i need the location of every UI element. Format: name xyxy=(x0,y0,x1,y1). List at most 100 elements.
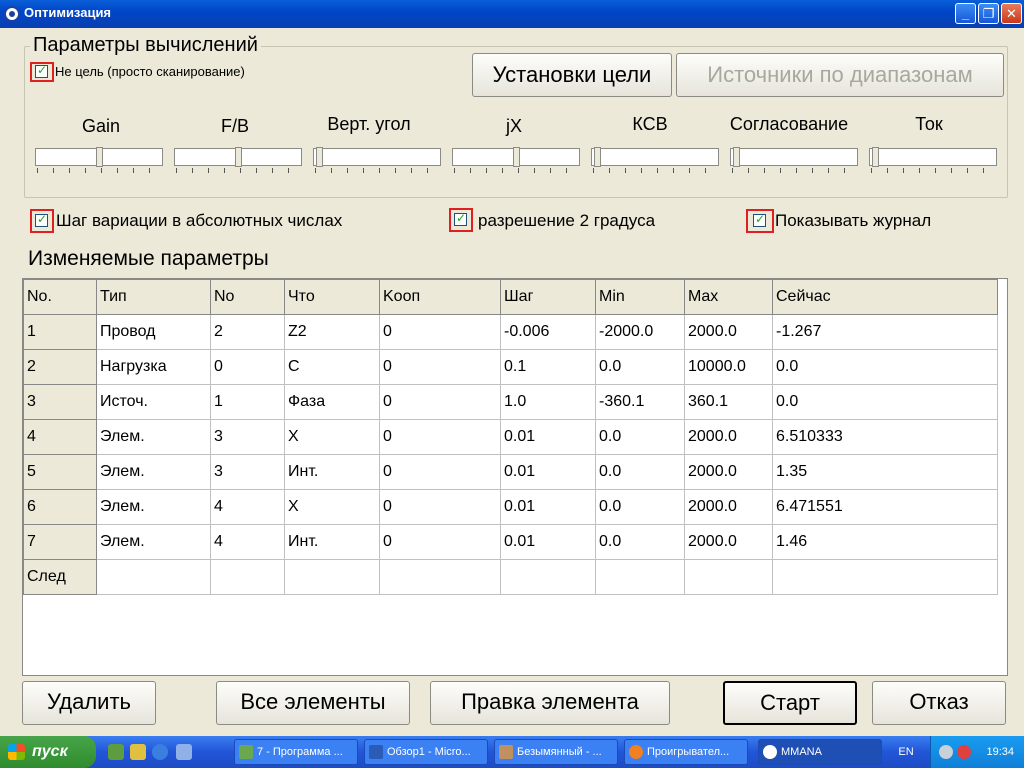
table-cell[interactable]: 0.0 xyxy=(772,384,998,420)
table-cell[interactable]: 3 xyxy=(23,384,97,420)
matching-slider[interactable] xyxy=(730,147,858,167)
table-cell[interactable] xyxy=(500,559,596,595)
table-cell[interactable] xyxy=(684,559,773,595)
table-cell[interactable]: 0.0 xyxy=(772,349,998,385)
table-row[interactable]: 4 Элем. 3 X 0 0.01 0.0 2000.0 6.510333 xyxy=(23,419,998,455)
table-cell[interactable]: 5 xyxy=(23,454,97,490)
table-cell[interactable]: 0.0 xyxy=(595,524,685,560)
table-cell[interactable]: 1 xyxy=(210,384,285,420)
taskbar-item-active[interactable]: MMANA xyxy=(758,739,882,765)
table-cell[interactable]: -2000.0 xyxy=(595,314,685,350)
table-cell[interactable]: Нагрузка xyxy=(96,349,211,385)
table-cell[interactable]: 0.0 xyxy=(595,349,685,385)
tray-network-icon[interactable] xyxy=(939,745,953,759)
gain-slider[interactable] xyxy=(35,147,163,167)
table-cell[interactable]: 1 xyxy=(23,314,97,350)
jx-slider-thumb[interactable] xyxy=(513,147,520,167)
current-slider-thumb[interactable] xyxy=(872,147,879,167)
show-desktop-icon[interactable] xyxy=(108,744,124,760)
no-target-checkbox[interactable] xyxy=(35,63,48,78)
table-cell[interactable]: 0.0 xyxy=(595,489,685,525)
table-cell[interactable]: 1.0 xyxy=(500,384,596,420)
abs-step-checkbox[interactable] xyxy=(35,212,48,227)
table-cell[interactable]: 4 xyxy=(23,419,97,455)
ie-icon[interactable] xyxy=(152,744,168,760)
tray-security-icon[interactable] xyxy=(957,745,971,759)
table-cell[interactable]: 0.01 xyxy=(500,419,596,455)
column-header[interactable]: No. xyxy=(23,279,97,315)
title-bar[interactable]: Оптимизация _ ❐ ✕ xyxy=(0,0,1024,28)
table-cell[interactable]: X xyxy=(284,419,380,455)
table-row[interactable]: 1 Провод 2 Z2 0 -0.006 -2000.0 2000.0 -1.267 xyxy=(23,314,998,350)
gain-slider-thumb[interactable] xyxy=(96,147,103,167)
table-cell[interactable]: 0 xyxy=(210,349,285,385)
quicklaunch-icon[interactable] xyxy=(176,744,192,760)
table-cell[interactable] xyxy=(595,559,685,595)
table-cell[interactable]: 2000.0 xyxy=(684,454,773,490)
minimize-button[interactable]: _ xyxy=(955,3,976,24)
current-slider[interactable] xyxy=(869,147,997,167)
taskbar-item[interactable]: Проигрывател... xyxy=(624,739,748,765)
table-cell[interactable]: -0.006 xyxy=(500,314,596,350)
fb-slider[interactable] xyxy=(174,147,302,167)
table-cell[interactable]: 4 xyxy=(210,524,285,560)
table-cell[interactable]: 4 xyxy=(210,489,285,525)
table-cell[interactable]: 0 xyxy=(379,454,501,490)
table-row[interactable]: След xyxy=(23,559,998,595)
table-cell[interactable]: 0 xyxy=(379,524,501,560)
table-cell[interactable]: 0.0 xyxy=(595,454,685,490)
cancel-button[interactable]: Отказ xyxy=(872,681,1006,725)
table-cell[interactable]: 0.1 xyxy=(500,349,596,385)
table-cell[interactable]: 0.01 xyxy=(500,454,596,490)
table-cell[interactable]: 1.46 xyxy=(772,524,998,560)
table-cell[interactable] xyxy=(96,559,211,595)
vert-angle-slider-thumb[interactable] xyxy=(316,147,323,167)
range-sources-button[interactable]: Источники по диапазонам xyxy=(676,53,1004,97)
table-cell[interactable]: 3 xyxy=(210,454,285,490)
start-menu-button[interactable]: пуск xyxy=(0,736,96,768)
table-cell[interactable]: 2000.0 xyxy=(684,419,773,455)
matching-slider-thumb[interactable] xyxy=(733,147,740,167)
table-row[interactable]: 5 Элем. 3 Инт. 0 0.01 0.0 2000.0 1.35 xyxy=(23,454,998,490)
explorer-icon[interactable] xyxy=(130,744,146,760)
resolution-checkbox[interactable] xyxy=(454,211,467,226)
all-elements-button[interactable]: Все элементы xyxy=(216,681,410,725)
table-cell[interactable]: 0.01 xyxy=(500,524,596,560)
table-cell[interactable]: 0 xyxy=(379,314,501,350)
table-cell[interactable]: Элем. xyxy=(96,524,211,560)
edit-element-button[interactable]: Правка элемента xyxy=(430,681,670,725)
target-settings-button[interactable]: Установки цели xyxy=(472,53,672,97)
column-header[interactable]: Что xyxy=(284,279,380,315)
table-cell[interactable]: 0 xyxy=(379,384,501,420)
taskbar-item[interactable]: Безымянный - ... xyxy=(494,739,618,765)
table-cell[interactable]: 6.471551 xyxy=(772,489,998,525)
table-cell[interactable]: Провод xyxy=(96,314,211,350)
maximize-button[interactable]: ❐ xyxy=(978,3,999,24)
table-row[interactable]: 3 Источ. 1 Фаза 0 1.0 -360.1 360.1 0.0 xyxy=(23,384,998,420)
swr-slider-thumb[interactable] xyxy=(594,147,601,167)
table-cell[interactable]: C xyxy=(284,349,380,385)
column-header[interactable]: Шаг xyxy=(500,279,596,315)
start-button[interactable]: Старт xyxy=(723,681,857,725)
fb-slider-thumb[interactable] xyxy=(235,147,242,167)
table-cell[interactable]: Элем. xyxy=(96,454,211,490)
table-cell[interactable]: 10000.0 xyxy=(684,349,773,385)
table-cell[interactable]: 2000.0 xyxy=(684,524,773,560)
table-cell[interactable]: Фаза xyxy=(284,384,380,420)
table-cell[interactable]: 0 xyxy=(379,349,501,385)
table-row[interactable]: 2 Нагрузка 0 C 0 0.1 0.0 10000.0 0.0 xyxy=(23,349,998,385)
table-cell[interactable]: 0.01 xyxy=(500,489,596,525)
table-cell[interactable] xyxy=(379,559,501,595)
table-cell[interactable]: -1.267 xyxy=(772,314,998,350)
column-header[interactable]: Min xyxy=(595,279,685,315)
table-cell[interactable] xyxy=(210,559,285,595)
column-header[interactable]: Сейчас xyxy=(772,279,998,315)
column-header[interactable]: Тип xyxy=(96,279,211,315)
table-cell[interactable]: 3 xyxy=(210,419,285,455)
table-cell[interactable]: Инт. xyxy=(284,524,380,560)
table-cell[interactable]: Инт. xyxy=(284,454,380,490)
table-cell[interactable]: 360.1 xyxy=(684,384,773,420)
table-cell[interactable]: -360.1 xyxy=(595,384,685,420)
table-cell[interactable]: 0 xyxy=(379,489,501,525)
table-cell[interactable]: 0.0 xyxy=(595,419,685,455)
